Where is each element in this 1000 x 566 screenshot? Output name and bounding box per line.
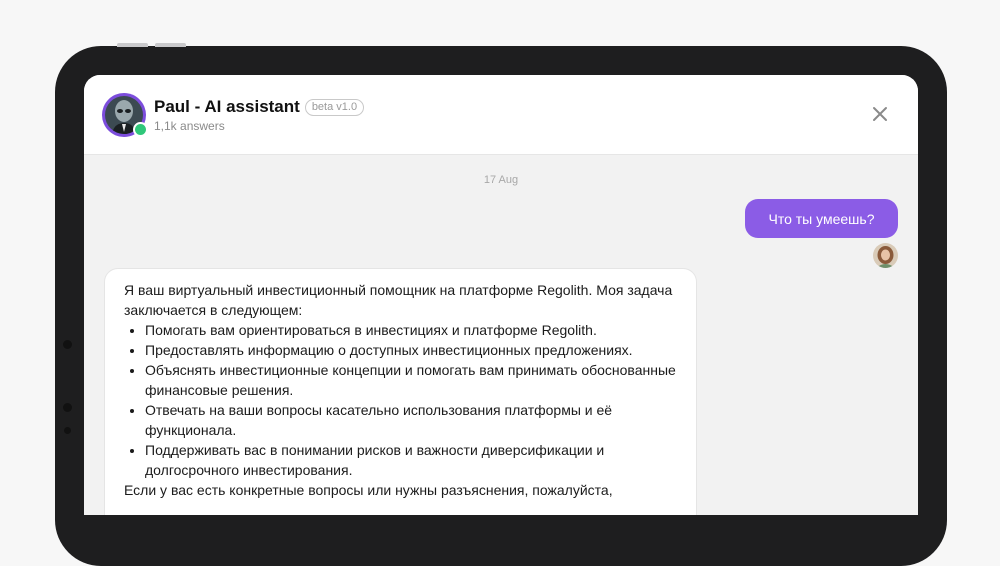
chat-screen: Paul - AI assistant beta v1.0 1,1k answe… [84, 75, 918, 515]
list-item: Отвечать на ваши вопросы касательно испо… [145, 400, 677, 440]
assistant-message-list: Помогать вам ориентироваться в инвестици… [124, 320, 677, 480]
assistant-avatar [102, 93, 148, 137]
assistant-message-intro: Я ваш виртуальный инвестиционный помощни… [124, 282, 673, 318]
side-sensor [64, 427, 71, 434]
side-sensor [63, 403, 72, 412]
chat-header: Paul - AI assistant beta v1.0 1,1k answe… [84, 75, 918, 155]
assistant-message-outro: Если у вас есть конкретные вопросы или н… [124, 482, 613, 498]
list-item: Помогать вам ориентироваться в инвестици… [145, 320, 677, 340]
online-status-dot [133, 122, 148, 137]
answers-count: 1,1k answers [154, 119, 225, 133]
device-button-volume-down [155, 43, 186, 47]
list-item: Поддерживать вас в понимании рисков и ва… [145, 440, 677, 480]
date-separator: 17 Aug [483, 174, 519, 186]
list-item: Предоставлять информацию о доступных инв… [145, 340, 677, 360]
device-button-volume-up [117, 43, 148, 47]
side-sensor [63, 340, 72, 349]
user-message-bubble: Что ты умеешь? [745, 199, 898, 238]
assistant-name: Paul - AI assistant [154, 97, 300, 116]
user-avatar [873, 243, 898, 268]
close-icon [873, 107, 887, 121]
close-button[interactable] [870, 104, 890, 124]
user-message-text: Что ты умеешь? [768, 210, 875, 227]
assistant-message-bubble: Я ваш виртуальный инвестиционный помощни… [104, 268, 697, 515]
version-badge: beta v1.0 [304, 98, 365, 116]
list-item: Объяснять инвестиционные концепции и пом… [145, 360, 677, 400]
